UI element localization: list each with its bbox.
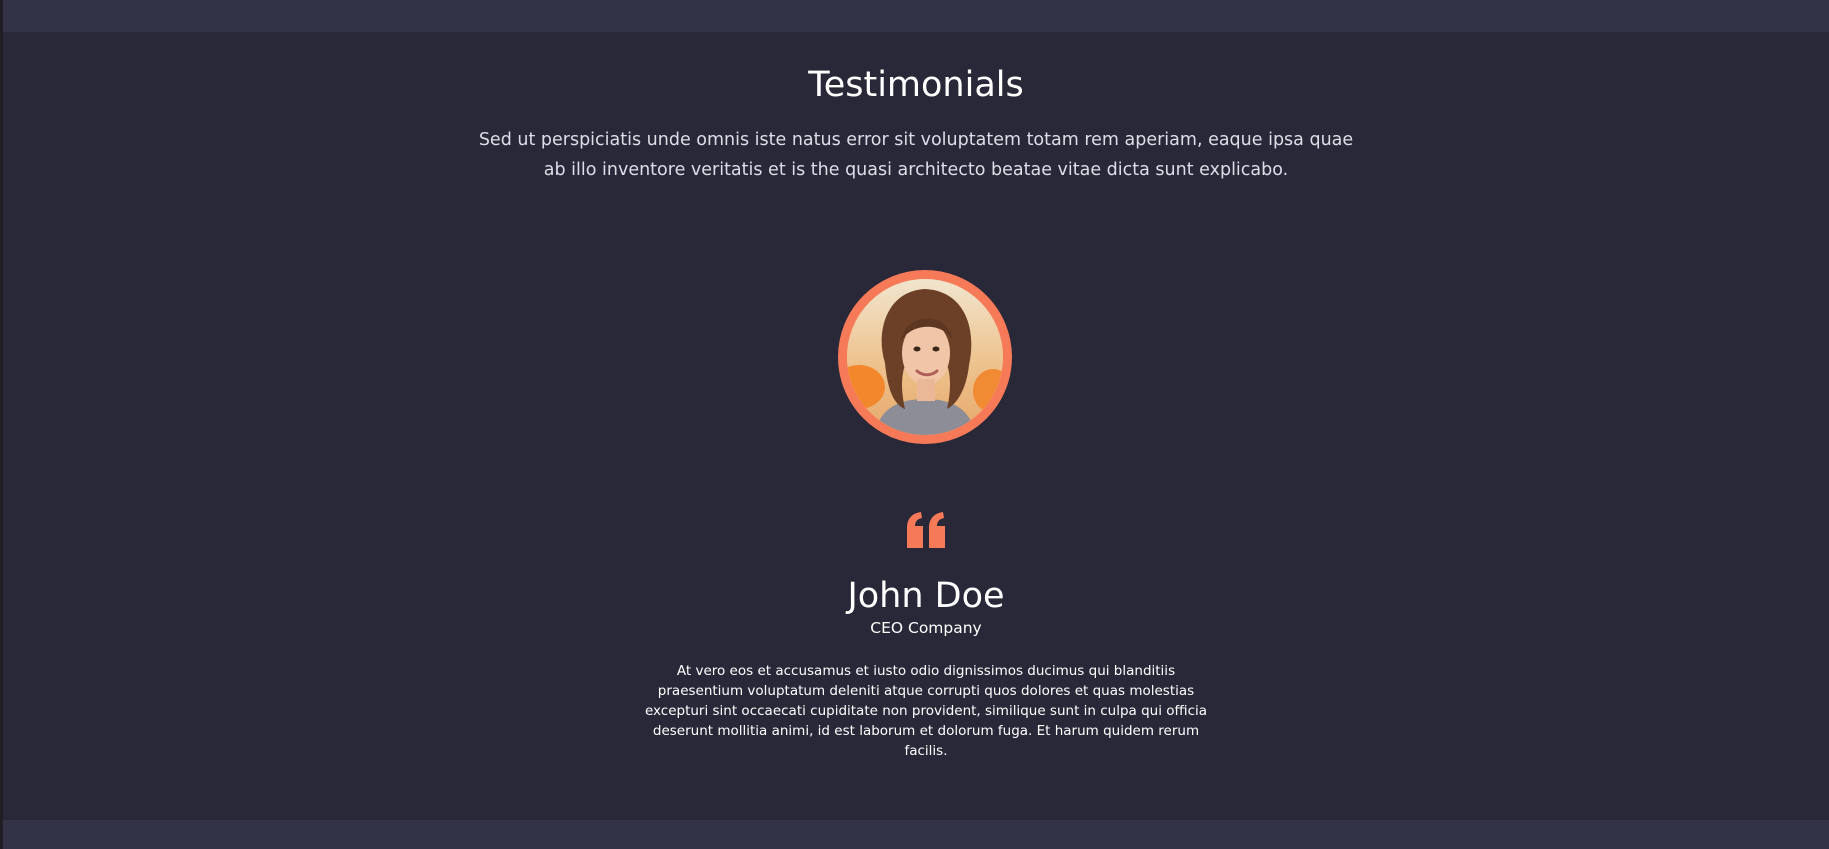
testimonial-role: CEO Company (870, 619, 982, 637)
testimonial-avatar (838, 270, 1012, 444)
bottom-section-strip (3, 820, 1829, 849)
testimonial-name: John Doe (847, 576, 1005, 616)
section-title: Testimonials (808, 65, 1024, 105)
testimonial-text: At vero eos et accusamus et iusto odio d… (644, 663, 1208, 759)
quote-left-icon (907, 512, 945, 548)
section-intro: Sed ut perspiciatis unde omnis iste natu… (478, 130, 1354, 180)
top-section-strip (3, 0, 1829, 32)
